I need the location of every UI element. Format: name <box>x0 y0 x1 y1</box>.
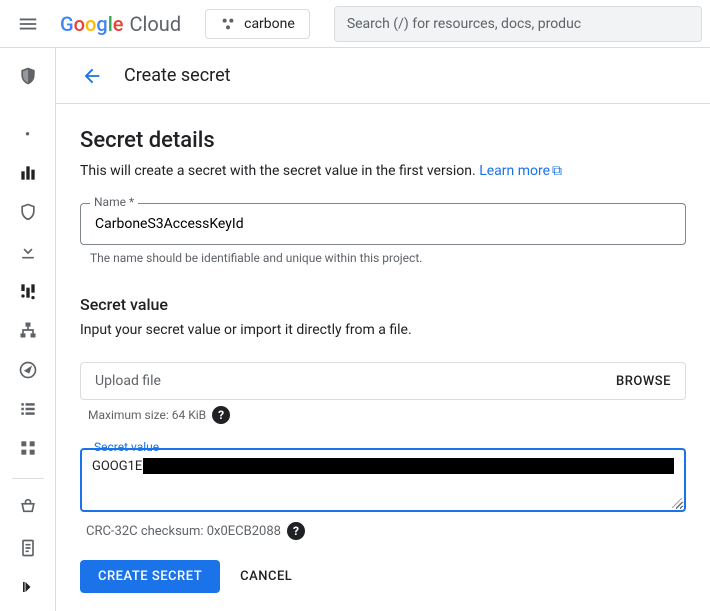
name-field-wrap: Name <box>80 203 686 245</box>
checksum-row: CRC-32C checksum: 0x0ECB2088 ? <box>86 522 686 540</box>
tune-icon[interactable] <box>8 277 48 304</box>
compass-icon[interactable] <box>8 356 48 383</box>
external-link-icon: ⧉ <box>552 163 562 179</box>
security-outline-icon[interactable] <box>8 198 48 225</box>
content-area: Create secret Secret details This will c… <box>56 48 710 611</box>
project-icon <box>220 16 236 32</box>
page-title: Create secret <box>124 65 231 86</box>
dot-icon[interactable]: ● <box>8 119 48 146</box>
help-icon[interactable]: ? <box>212 406 230 424</box>
download-icon[interactable] <box>8 238 48 265</box>
secret-value-description: Input your secret value or import it dir… <box>80 322 686 338</box>
footer-actions: CREATE SECRET CANCEL <box>56 542 710 611</box>
dashboard-icon[interactable] <box>8 159 48 186</box>
document-icon[interactable] <box>8 534 48 561</box>
search-input[interactable]: Search (/) for resources, docs, produc <box>334 6 702 42</box>
hierarchy-icon[interactable] <box>8 316 48 343</box>
max-size-row: Maximum size: 64 KiB ? <box>88 406 686 424</box>
help-icon[interactable]: ? <box>287 522 305 540</box>
secret-value-heading: Secret value <box>80 295 686 314</box>
project-picker[interactable]: carbone <box>205 9 310 39</box>
apps-icon[interactable] <box>8 435 48 462</box>
upload-file-row: Upload file BROWSE <box>80 362 686 400</box>
list-icon[interactable] <box>8 395 48 422</box>
secret-value-field-wrap: Secret value GOOG1E <box>80 448 686 512</box>
name-label: Name <box>90 195 138 209</box>
upload-placeholder: Upload file <box>95 373 616 389</box>
shield-icon[interactable] <box>8 62 48 89</box>
secret-value-visible-prefix: GOOG1E <box>92 459 142 474</box>
name-helper-text: The name should be identifiable and uniq… <box>90 251 686 265</box>
secret-value-redacted <box>143 458 674 474</box>
browse-button[interactable]: BROWSE <box>616 374 671 389</box>
cancel-button[interactable]: CANCEL <box>240 569 292 584</box>
cart-icon[interactable] <box>8 495 48 522</box>
google-cloud-logo[interactable]: Google Cloud <box>60 12 181 36</box>
page-header: Create secret <box>56 48 710 104</box>
section-heading: Secret details <box>80 128 686 153</box>
project-name: carbone <box>244 16 295 32</box>
name-input[interactable] <box>80 203 686 245</box>
create-secret-button[interactable]: CREATE SECRET <box>80 560 220 593</box>
back-arrow-icon[interactable] <box>80 64 104 88</box>
learn-more-link[interactable]: Learn more <box>479 163 550 179</box>
section-description: This will create a secret with the secre… <box>80 163 686 179</box>
top-bar: Google Cloud carbone Search (/) for reso… <box>0 0 710 48</box>
expand-rail-icon[interactable] <box>8 574 48 601</box>
left-nav-rail: ● <box>0 48 56 611</box>
resize-handle-icon[interactable] <box>672 498 682 508</box>
hamburger-menu-icon[interactable] <box>8 4 48 44</box>
secret-value-textarea[interactable]: GOOG1E <box>80 448 686 512</box>
